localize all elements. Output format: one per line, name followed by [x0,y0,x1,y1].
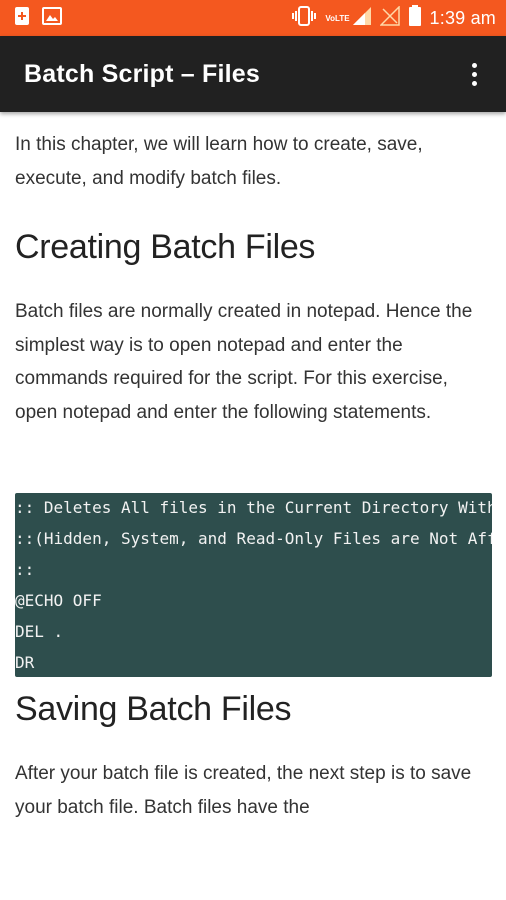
code-block[interactable]: :: Deletes All files in the Current Dire… [15,493,492,677]
image-notification-icon [42,6,62,30]
code-line: :: Deletes All files in the Current Dire… [15,498,492,517]
app-bar: Batch Script – Files [0,36,506,112]
code-line: ::(Hidden, System, and Read-Only Files a… [15,529,492,548]
section-heading-saving: Saving Batch Files [15,690,292,728]
section-body-creating: Batch files are normally created in note… [15,301,473,423]
code-line: @ECHO OFF [15,591,102,610]
signal-icon [352,6,372,31]
status-time: 1:39 am [429,7,496,28]
article-content[interactable]: In this chapter, we will learn how to cr… [0,112,506,900]
signal-empty-icon [378,4,400,31]
add-notification-icon [14,6,30,31]
section-heading-creating: Creating Batch Files [15,228,316,266]
vibrate-icon [291,5,317,32]
page-title: Batch Script – Files [24,59,261,88]
more-vert-icon[interactable] [454,54,494,94]
section-body-saving: After your batch file is created, the ne… [15,763,472,818]
battery-icon [408,4,422,32]
status-bar: VoLTE 1:39 am [0,0,506,36]
code-line: :: [15,560,35,579]
network-type-label: VoLTE [325,13,350,23]
code-line: DR [15,653,35,672]
code-line: DEL . [15,622,64,641]
intro-paragraph: In this chapter, we will learn how to cr… [15,134,423,189]
